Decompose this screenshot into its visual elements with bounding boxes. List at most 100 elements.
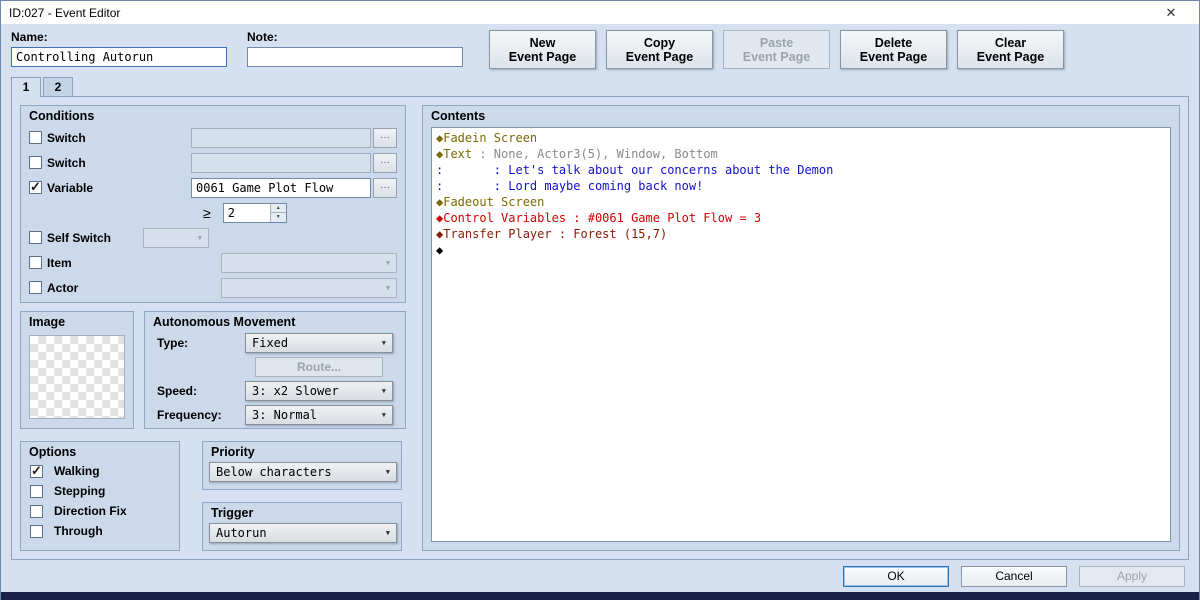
conditions-group: Conditions Switch ··· Switch ··· ✓ Varia… [20,105,406,303]
priority-title: Priority [211,445,255,459]
header-row: Name: Note: New Event Page Copy Event Pa… [1,24,1199,73]
tab-page-2[interactable]: 2 [43,77,73,96]
titlebar: ID:027 - Event Editor ✕ [1,1,1199,24]
direction-fix-label: Direction Fix [54,504,127,518]
switch1-checkbox[interactable] [29,131,42,144]
movement-speed-row: Speed: 3: x2 Slower ▼ [145,379,405,403]
switch2-checkbox[interactable] [29,156,42,169]
event-command-line[interactable]: : : Lord maybe coming back now! [432,178,1170,194]
copy-event-page-button[interactable]: Copy Event Page [606,30,713,69]
clear-event-page-button[interactable]: Clear Event Page [957,30,1064,69]
image-group: Image [20,311,134,429]
chevron-down-icon: ▼ [385,529,390,537]
event-command-line[interactable]: ◆Fadein Screen [432,130,1170,146]
priority-group: Priority Below characters ▼ [202,441,402,490]
switch2-input [191,152,371,173]
variable-input[interactable] [191,177,371,198]
movement-frequency-dropdown[interactable]: 3: Normal ▼ [245,405,393,425]
switch1-input [191,127,371,148]
chevron-down-icon: ▼ [385,468,390,476]
name-label: Name: [11,30,48,44]
route-button: Route... [255,357,383,377]
direction-fix-row: Direction Fix [21,501,179,521]
trigger-title: Trigger [211,506,254,520]
window-title: ID:027 - Event Editor [9,5,121,20]
name-input[interactable] [11,47,227,67]
item-label: Item [47,255,72,270]
stepping-label: Stepping [54,484,106,498]
stepping-checkbox[interactable] [30,484,43,498]
through-row: Through [21,521,179,541]
options-group: Options Walking Stepping Direction Fix [20,441,180,551]
walking-label: Walking [54,464,100,478]
trigger-group: Trigger Autorun ▼ [202,502,402,551]
chevron-down-icon: ▼ [385,258,390,267]
through-checkbox[interactable] [30,524,43,538]
chevron-down-icon: ▼ [381,411,386,419]
event-editor-window: ID:027 - Event Editor ✕ Name: Note: New … [0,0,1200,600]
dialog-footer: OK Cancel Apply [1,560,1199,592]
chevron-down-icon: ▼ [197,233,203,242]
comparison-value-input[interactable] [223,203,270,222]
apply-button: Apply [1079,565,1185,587]
cancel-button[interactable]: Cancel [961,565,1067,587]
actor-label: Actor [47,280,79,295]
image-title: Image [29,315,66,329]
through-label: Through [54,524,103,538]
options-priority-row: Options Walking Stepping Direction Fix [20,441,406,551]
event-command-line[interactable]: ◆Text : None, Actor3(5), Window, Bottom [432,146,1170,162]
tab-page-1[interactable]: 1 [11,77,41,97]
self-switch-row: Self Switch ▼ [21,225,405,250]
switch1-row: Switch ··· [21,125,405,150]
direction-fix-checkbox[interactable] [30,504,43,518]
event-command-line[interactable]: : : Let's talk about our concerns about … [432,162,1170,178]
switch2-more-button[interactable]: ··· [373,152,397,173]
switch1-label: Switch [47,130,86,145]
priority-trigger-column: Priority Below characters ▼ Trigger Auto… [202,441,402,551]
note-input[interactable] [247,47,463,67]
contents-group: Contents ◆Fadein Screen ◆Text : None, Act… [422,105,1180,551]
actor-dropdown: ▼ [221,277,397,298]
event-command-line[interactable]: ◆Transfer Player : Forest (15,7) [432,226,1170,242]
event-commands-list[interactable]: ◆Fadein Screen ◆Text : None, Actor3(5), W… [431,127,1171,542]
paste-event-page-button: Paste Event Page [723,30,830,69]
switch2-row: Switch ··· [21,150,405,175]
actor-checkbox[interactable] [29,281,42,294]
chevron-down-icon: ▼ [381,387,386,395]
variable-more-button[interactable]: ··· [373,177,397,198]
event-image-picker[interactable] [29,335,125,419]
switch1-more-button[interactable]: ··· [373,127,397,148]
ok-button[interactable]: OK [843,565,949,587]
self-switch-checkbox[interactable] [29,231,42,244]
actor-row: Actor ▼ [21,275,405,300]
page-tabs: 1 2 [1,77,1199,97]
movement-route-row: Route... [145,355,405,379]
note-field-group: Note: [247,30,463,67]
new-event-page-button[interactable]: New Event Page [489,30,596,69]
spin-down-icon[interactable]: ▼ [270,213,286,222]
movement-frequency-row: Frequency: 3: Normal ▼ [145,403,405,427]
comparison-operator: ≥ [203,204,211,221]
speed-label: Speed: [157,384,198,398]
spin-up-icon[interactable]: ▲ [270,203,286,213]
event-command-line[interactable]: ◆ [432,242,1170,258]
item-row: Item ▼ [21,250,405,275]
frequency-label: Frequency: [157,408,222,422]
variable-checkbox[interactable] [29,179,42,195]
movement-speed-dropdown[interactable]: 3: x2 Slower ▼ [245,381,393,401]
delete-event-page-button[interactable]: Delete Event Page [840,30,947,69]
conditions-title: Conditions [29,109,95,123]
priority-dropdown[interactable]: Below characters ▼ [209,462,397,482]
movement-type-row: Type: Fixed ▼ [145,331,405,355]
event-command-line[interactable]: ◆Fadeout Screen [432,194,1170,210]
movement-type-dropdown[interactable]: Fixed ▼ [245,333,393,353]
left-column: Conditions Switch ··· Switch ··· ✓ Varia… [20,105,406,551]
walking-checkbox[interactable] [30,463,43,479]
trigger-dropdown[interactable]: Autorun ▼ [209,523,397,543]
image-movement-row: Image Autonomous Movement Type: Fixed ▼ … [20,311,406,429]
close-icon[interactable]: ✕ [1151,5,1191,21]
name-field-group: Name: [11,30,227,67]
item-checkbox[interactable] [29,256,42,269]
movement-title: Autonomous Movement [153,315,296,329]
event-command-line[interactable]: ◆Control Variables : #0061 Game Plot Flo… [432,210,1170,226]
